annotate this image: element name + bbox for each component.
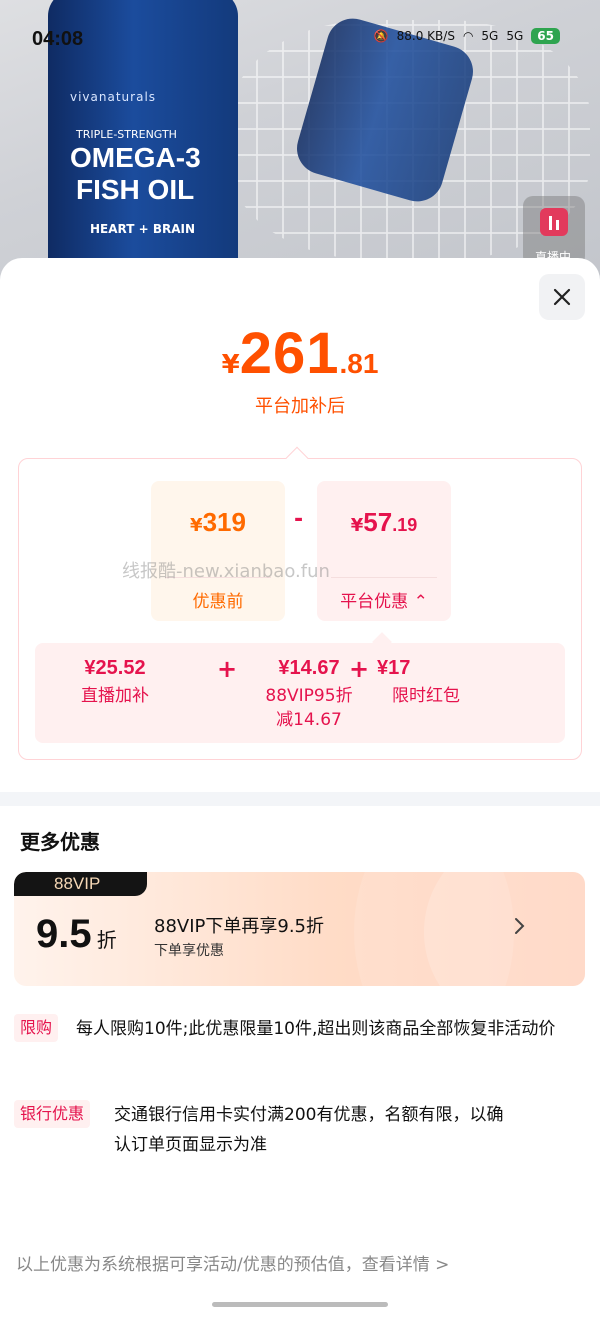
vip-card-subtitle: 下单享优惠 [154, 943, 224, 959]
net-speed: 88.0 KB/S [396, 29, 455, 43]
sub-label: 直播加补 [81, 686, 149, 706]
discount-sheet: ¥261.81 平台加补后 ¥319 优惠前 - ¥57.19 平台优惠 ⌃ 线… [0, 258, 600, 1318]
home-indicator [212, 1302, 388, 1307]
chevron-right-icon [515, 918, 525, 934]
price-integer: 261 [239, 321, 340, 386]
sub-label-2: 减14.67 [276, 710, 342, 730]
bank-discount-rule: 银行优惠 交通银行信用卡实付满200有优惠，名额有限，以确认订单页面显示为准 [14, 1100, 514, 1160]
sub-value: ¥17 [377, 657, 411, 679]
live-streaming-button[interactable]: 直播中 [523, 196, 585, 266]
close-button[interactable] [539, 274, 585, 320]
final-price: ¥261.81 [0, 320, 600, 387]
sub-discount-live: ¥25.52 直播加补 [60, 657, 170, 708]
vip-discount-rate: 9.5 折 [36, 912, 117, 957]
rule-text: 每人限购10件;此优惠限量10件,超出则该商品全部恢复非活动价 [76, 1019, 556, 1039]
mute-icon: 🔕 [373, 29, 389, 43]
platform-decimal: .19 [392, 515, 418, 535]
sub-discount-redpacket: ¥17 限时红包 [371, 657, 481, 708]
platform-amount: 57 [363, 507, 393, 537]
close-icon [553, 288, 571, 306]
status-icons: 🔕 88.0 KB/S ◠ 5G 5G 65 [374, 28, 560, 44]
vip-discount-unit: 折 [96, 928, 117, 952]
sub-value: ¥25.52 [84, 657, 146, 679]
platform-label-row: 平台优惠 ⌃ [317, 587, 451, 612]
signal-5g-1: 5G [481, 29, 499, 43]
before-label: 优惠前 [192, 592, 244, 612]
wifi-icon: ◠ [462, 29, 474, 43]
before-amount: 319 [202, 507, 246, 537]
purchase-limit-rule: 限购 每人限购10件;此优惠限量10件,超出则该商品全部恢复非活动价 [14, 1014, 589, 1044]
vip-discount-number: 9.5 [36, 912, 92, 956]
platform-discount-details: ¥25.52 直播加补 + ¥14.67 88VIP95折 减14.67 + ¥… [35, 643, 565, 743]
platform-label: 平台优惠 [340, 592, 409, 612]
before-currency: ¥ [190, 515, 203, 536]
chevron-up-icon: ⌃ [413, 592, 428, 612]
vip-tag: 88VIP [14, 872, 147, 896]
more-discounts-title: 更多优惠 [20, 830, 100, 854]
bottle-product-line2: FISH OIL [76, 174, 195, 205]
battery-indicator: 65 [531, 28, 560, 44]
live-bars-icon [540, 208, 568, 236]
vip-discount-card[interactable]: 88VIP 9.5 折 88VIP下单再享9.5折 下单享优惠 [14, 872, 585, 986]
vip-card-title: 88VIP下单再享9.5折 [154, 916, 325, 937]
price-breakdown: ¥319 优惠前 - ¥57.19 平台优惠 ⌃ 线报酷-new.xianbao… [18, 446, 582, 760]
status-time: 04:08 [32, 28, 84, 50]
section-divider [0, 792, 600, 806]
bottle-supports: HEART + BRAIN [90, 222, 196, 236]
rule-tag: 银行优惠 [14, 1100, 91, 1128]
signal-5g-2: 5G [506, 29, 524, 43]
minus-operator: - [294, 507, 304, 532]
price-currency: ¥ [221, 350, 240, 380]
bottle-product-line1: OMEGA-3 [70, 142, 201, 173]
platform-currency: ¥ [350, 515, 364, 536]
status-bar: 04:08 🔕 88.0 KB/S ◠ 5G 5G 65 [0, 0, 600, 78]
watermark: 线报酷-new.xianbao.fun [122, 561, 330, 582]
details-link[interactable]: 以上优惠为系统根据可享活动/优惠的预估值，查看详情 > [16, 1250, 449, 1275]
platform-discount-box[interactable]: ¥57.19 平台优惠 ⌃ [317, 481, 451, 621]
price-label: 平台加补后 [255, 396, 345, 417]
price-decimal: .81 [339, 348, 379, 379]
sub-label: 限时红包 [392, 686, 460, 706]
plus-operator: + [349, 655, 370, 683]
rule-tag: 限购 [14, 1014, 59, 1042]
before-discount-box: ¥319 优惠前 [151, 481, 285, 621]
bottle-strength: TRIPLE-STRENGTH [76, 128, 177, 141]
bottle-brand: vivanaturals [70, 90, 157, 104]
